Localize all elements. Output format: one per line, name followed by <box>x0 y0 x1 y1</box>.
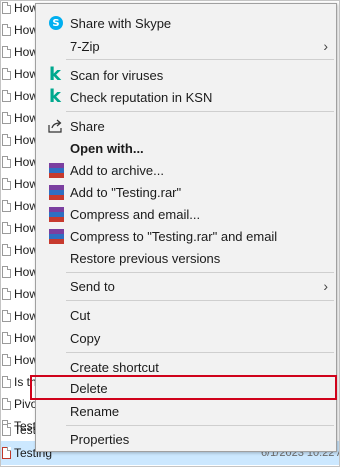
delete-highlight-box <box>30 375 337 400</box>
menu-item-label: Check reputation in KSN <box>70 89 213 105</box>
file-icon <box>2 2 11 14</box>
menu-item-open-with[interactable]: Open with... <box>36 137 336 159</box>
share-icon <box>48 118 64 134</box>
menu-item-7zip[interactable]: 7-Zip › <box>36 35 336 57</box>
menu-item-label: Share <box>70 118 105 134</box>
menu-item-compress-email[interactable]: Compress and email... <box>36 203 336 225</box>
file-icon <box>2 310 11 322</box>
winrar-icon <box>48 162 64 178</box>
winrar-icon <box>48 184 64 200</box>
menu-item-share[interactable]: Share <box>36 115 336 137</box>
explorer-window: How How How How How How How How How How How How How H… <box>0 0 340 467</box>
menu-item-label: 7-Zip <box>70 38 100 54</box>
file-icon <box>2 222 11 234</box>
menu-item-label: Create shortcut <box>70 359 159 375</box>
file-icon <box>2 90 11 102</box>
menu-item-label: Compress and email... <box>70 206 201 222</box>
menu-item-compress-testing-email[interactable]: Compress to "Testing.rar" and email <box>36 225 336 247</box>
file-icon <box>2 156 11 168</box>
file-icon <box>2 424 11 436</box>
menu-separator <box>66 111 334 112</box>
file-icon <box>2 134 11 146</box>
file-icon <box>2 376 11 388</box>
file-icon <box>2 332 11 344</box>
menu-item-scan-viruses[interactable]: k Scan for viruses <box>36 64 336 86</box>
file-icon <box>2 244 11 256</box>
winrar-icon <box>48 228 64 244</box>
menu-item-send-to[interactable]: Send to › <box>36 275 336 297</box>
menu-item-label: Add to "Testing.rar" <box>70 184 182 200</box>
kaspersky-icon: k <box>49 86 61 107</box>
menu-separator <box>66 59 334 60</box>
menu-item-add-archive[interactable]: Add to archive... <box>36 159 336 181</box>
menu-item-label: Open with... <box>70 140 144 156</box>
menu-item-label: Restore previous versions <box>70 250 221 266</box>
menu-item-add-testing-rar[interactable]: Add to "Testing.rar" <box>36 181 336 203</box>
menu-separator <box>66 300 334 301</box>
winrar-icon <box>48 206 64 222</box>
menu-item-label: Add to archive... <box>70 162 164 178</box>
menu-item-label: Send to <box>70 278 115 294</box>
menu-separator <box>66 425 334 426</box>
file-icon <box>2 24 11 36</box>
file-icon <box>2 447 11 459</box>
menu-item-properties[interactable]: Properties <box>36 428 336 450</box>
menu-item-cut[interactable]: Cut <box>36 304 336 326</box>
skype-icon: S <box>48 15 64 31</box>
menu-item-label: Copy <box>70 330 101 346</box>
file-icon <box>2 288 11 300</box>
menu-item-share-skype[interactable]: S Share with Skype <box>36 12 336 34</box>
chevron-right-icon: › <box>323 278 328 294</box>
menu-separator <box>66 352 334 353</box>
menu-item-label: Share with Skype <box>70 15 172 31</box>
file-icon <box>2 178 11 190</box>
menu-item-label: Scan for viruses <box>70 67 164 83</box>
menu-item-label: Compress to "Testing.rar" and email <box>70 228 278 244</box>
menu-item-check-reputation[interactable]: k Check reputation in KSN <box>36 86 336 108</box>
file-icon <box>2 112 11 124</box>
file-icon <box>2 354 11 366</box>
menu-item-label: Properties <box>70 431 130 447</box>
file-icon <box>2 46 11 58</box>
menu-item-label: Rename <box>70 403 120 419</box>
menu-item-restore-versions[interactable]: Restore previous versions <box>36 247 336 269</box>
chevron-right-icon: › <box>323 38 328 54</box>
menu-item-label: Cut <box>70 307 91 323</box>
file-icon <box>2 266 11 278</box>
menu-item-rename[interactable]: Rename <box>36 400 336 422</box>
file-icon <box>2 200 11 212</box>
file-icon <box>2 398 11 410</box>
file-icon <box>2 68 11 80</box>
menu-separator <box>66 272 334 273</box>
kaspersky-icon: k <box>49 64 61 85</box>
file-name: Test <box>14 423 37 437</box>
menu-item-copy[interactable]: Copy <box>36 327 336 349</box>
